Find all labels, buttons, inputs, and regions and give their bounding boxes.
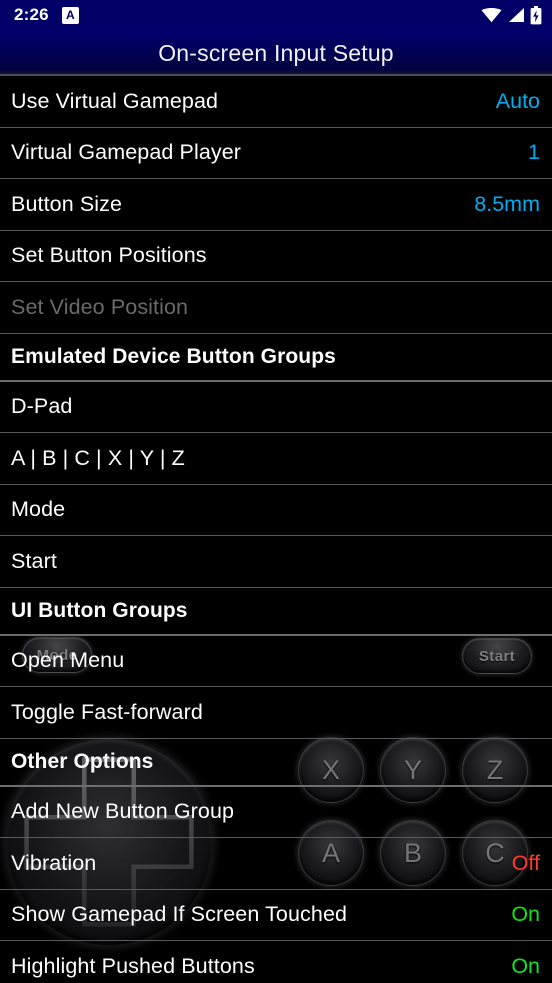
list-item-virtual-gamepad-player[interactable]: Virtual Gamepad Player 1 xyxy=(0,128,552,179)
list-item-label: A | B | C | X | Y | Z xyxy=(11,445,185,470)
list-item-label: Show Gamepad If Screen Touched xyxy=(11,902,348,927)
list-item-a-b-c-x-y-z[interactable]: A | B | C | X | Y | Z xyxy=(0,433,552,485)
battery-charging-icon xyxy=(530,5,542,25)
list-item-value: Auto xyxy=(495,88,540,113)
section-header-label: Other Options xyxy=(11,749,154,773)
list-item-value: 8.5mm xyxy=(474,191,540,216)
wifi-icon xyxy=(481,7,502,23)
app-root: 2:26 A On-screen Input Setup Mode Start … xyxy=(0,0,552,983)
page-title: On-screen Input Setup xyxy=(158,39,394,66)
list-item-set-button-positions[interactable]: Set Button Positions xyxy=(0,231,552,282)
title-bar: On-screen Input Setup xyxy=(0,30,552,76)
list-item-open-menu[interactable]: Open Menu xyxy=(0,636,552,687)
list-item-value: 1 xyxy=(528,140,540,165)
list-item-label: Add New Button Group xyxy=(11,799,235,824)
list-item-start[interactable]: Start xyxy=(0,536,552,588)
list-item-value: On xyxy=(511,902,540,927)
status-bar: 2:26 A xyxy=(0,0,552,30)
list-item-value: On xyxy=(511,953,540,978)
list-item-label: Open Menu xyxy=(11,648,125,673)
section-header-other-options: Other Options xyxy=(0,739,552,787)
list-item-add-new-button-group[interactable]: Add New Button Group xyxy=(0,787,552,838)
list-item-mode[interactable]: Mode xyxy=(0,485,552,536)
android-app-icon: A xyxy=(61,6,79,24)
list-item-label: Set Video Position xyxy=(11,294,189,319)
list-item-vibration[interactable]: Vibration Off xyxy=(0,838,552,890)
list-item-use-virtual-gamepad[interactable]: Use Virtual Gamepad Auto xyxy=(0,76,552,128)
status-bar-clock: 2:26 xyxy=(14,5,49,24)
list-item-label: Mode xyxy=(11,497,66,522)
section-header-ui-button-groups: UI Button Groups xyxy=(0,588,552,636)
status-bar-right xyxy=(481,5,542,25)
list-item-label: Highlight Pushed Buttons xyxy=(11,953,255,978)
list-item-label: Set Button Positions xyxy=(11,243,207,268)
list-item-label: Use Virtual Gamepad xyxy=(11,88,219,113)
status-bar-left: 2:26 A xyxy=(14,5,79,25)
section-header-emulated-device-button-groups: Emulated Device Button Groups xyxy=(0,334,552,382)
list-item-button-size[interactable]: Button Size 8.5mm xyxy=(0,179,552,231)
cellular-signal-icon xyxy=(507,7,525,23)
section-header-label: Emulated Device Button Groups xyxy=(11,344,336,368)
section-header-label: UI Button Groups xyxy=(11,598,188,622)
list-item-label: Start xyxy=(11,548,57,573)
list-item-label: Button Size xyxy=(11,191,123,216)
list-item-d-pad[interactable]: D-Pad xyxy=(0,382,552,433)
list-item-show-gamepad-if-screen-touched[interactable]: Show Gamepad If Screen Touched On xyxy=(0,890,552,941)
list-item-set-video-position: Set Video Position xyxy=(0,282,552,334)
list-item-value: Off xyxy=(511,850,540,875)
list-item-label: D-Pad xyxy=(11,394,73,419)
list-item-label: Vibration xyxy=(11,850,97,875)
settings-list: Use Virtual Gamepad Auto Virtual Gamepad P… xyxy=(0,76,552,983)
list-item-toggle-fast-forward[interactable]: Toggle Fast-forward xyxy=(0,687,552,739)
list-item-highlight-pushed-buttons[interactable]: Highlight Pushed Buttons On xyxy=(0,941,552,983)
list-item-label: Toggle Fast-forward xyxy=(11,699,203,724)
list-item-label: Virtual Gamepad Player xyxy=(11,140,242,165)
